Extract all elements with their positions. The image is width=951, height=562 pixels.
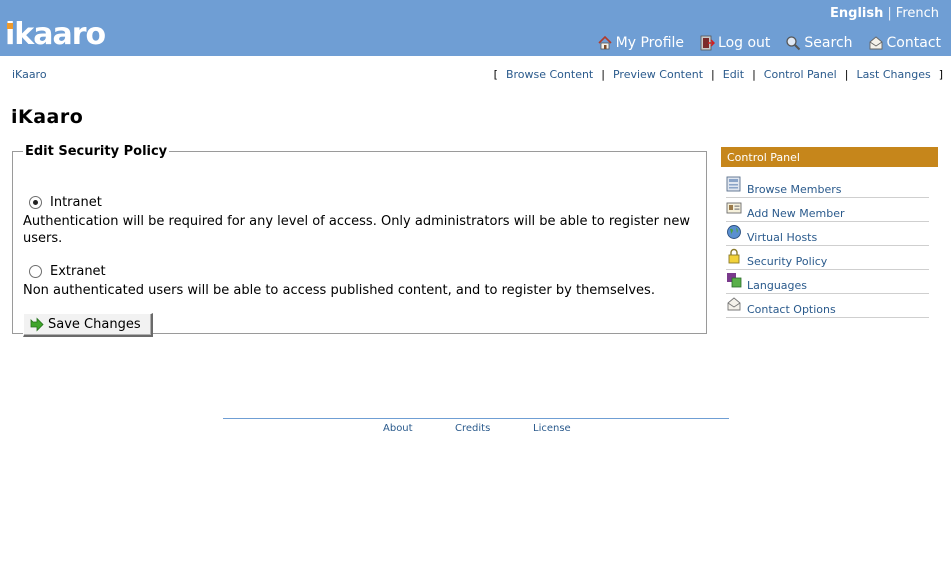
breadcrumb-home[interactable]: iKaaro	[12, 68, 47, 81]
envelope-icon	[727, 297, 741, 311]
radio-selected-dot	[33, 200, 38, 205]
action-separator: |	[711, 68, 715, 81]
bracket-close: ]	[938, 68, 943, 81]
globe-icon	[727, 225, 741, 239]
logout-icon	[700, 35, 716, 51]
extranet-label: Extranet	[50, 264, 106, 279]
home-icon	[598, 35, 612, 50]
cp-item-browse-members[interactable]: Browse Members	[726, 174, 929, 198]
form-legend: Edit Security Policy	[25, 144, 168, 159]
extranet-description: Non authenticated users will be able to …	[23, 283, 655, 298]
action-separator: |	[752, 68, 756, 81]
languages-icon	[727, 273, 742, 288]
cp-languages-label: Languages	[747, 279, 808, 292]
contact-link[interactable]: Contact	[868, 35, 941, 51]
members-icon	[726, 176, 741, 192]
contact-label: Contact	[886, 35, 941, 51]
action-bar: [ Browse Content | Preview Content | Edi…	[494, 68, 943, 81]
action-separator: |	[844, 68, 849, 81]
cp-add-new-member-label: Add New Member	[747, 207, 845, 220]
language-switcher: English | French	[830, 6, 939, 21]
cp-item-languages[interactable]: Languages	[726, 270, 929, 294]
my-profile-label: My Profile	[615, 35, 685, 51]
option-intranet[interactable]: Intranet	[29, 195, 102, 210]
log-out-link[interactable]: Log out	[699, 35, 770, 51]
footer-license-link[interactable]: License	[533, 423, 571, 434]
security-policy-form: Edit Security Policy Intranet Authentica…	[12, 144, 707, 337]
cp-item-contact-options[interactable]: Contact Options	[726, 294, 929, 318]
my-profile-link[interactable]: My Profile	[597, 35, 684, 51]
cp-item-add-new-member[interactable]: Add New Member	[726, 198, 929, 222]
page-title: iKaaro	[11, 106, 84, 128]
logo-dot	[7, 23, 13, 29]
footer-divider	[223, 418, 729, 419]
control-panel-list: Browse Members Add New Member Virtual Ho…	[726, 174, 929, 318]
extranet-radio[interactable]	[29, 265, 42, 278]
cp-security-policy-label: Security Policy	[747, 255, 828, 268]
intranet-label: Intranet	[50, 195, 102, 210]
site-logo[interactable]: ikaaro	[5, 17, 106, 52]
intranet-description: Authentication will be required for any …	[23, 214, 690, 246]
bracket-open: [	[493, 68, 498, 81]
action-separator: |	[601, 68, 605, 81]
action-last-changes[interactable]: Last Changes	[856, 68, 930, 81]
log-out-label: Log out	[718, 35, 771, 51]
footer-about-link[interactable]: About	[383, 423, 413, 434]
save-changes-button[interactable]: Save Changes	[23, 313, 153, 337]
cp-virtual-hosts-label: Virtual Hosts	[747, 231, 818, 244]
action-edit[interactable]: Edit	[723, 68, 744, 81]
add-member-icon	[726, 202, 742, 214]
top-navigation: My Profile Log out Search Contact	[597, 35, 941, 51]
cp-contact-options-label: Contact Options	[747, 303, 836, 316]
action-control-panel[interactable]: Control Panel	[764, 68, 837, 81]
header-bar: ikaaro English | French My Profile Log out	[0, 0, 951, 56]
action-browse-content[interactable]: Browse Content	[506, 68, 593, 81]
cp-item-security-policy[interactable]: Security Policy	[726, 246, 929, 270]
cp-item-virtual-hosts[interactable]: Virtual Hosts	[726, 222, 929, 246]
option-extranet[interactable]: Extranet	[29, 264, 106, 279]
language-english[interactable]: English	[830, 6, 883, 21]
cp-browse-members-label: Browse Members	[747, 183, 842, 196]
save-arrow-icon	[30, 317, 44, 331]
logo-text: ikaaro	[5, 17, 106, 52]
contact-icon	[869, 36, 882, 50]
search-icon	[786, 36, 801, 51]
language-separator: |	[887, 6, 892, 21]
save-changes-label: Save Changes	[48, 317, 141, 332]
search-link[interactable]: Search	[785, 35, 853, 51]
lock-icon	[728, 248, 740, 264]
search-label: Search	[804, 35, 853, 51]
footer-credits-link[interactable]: Credits	[455, 423, 490, 434]
intranet-radio[interactable]	[29, 196, 42, 209]
language-french[interactable]: French	[896, 6, 939, 21]
control-panel-header: Control Panel	[721, 147, 938, 167]
action-preview-content[interactable]: Preview Content	[613, 68, 703, 81]
